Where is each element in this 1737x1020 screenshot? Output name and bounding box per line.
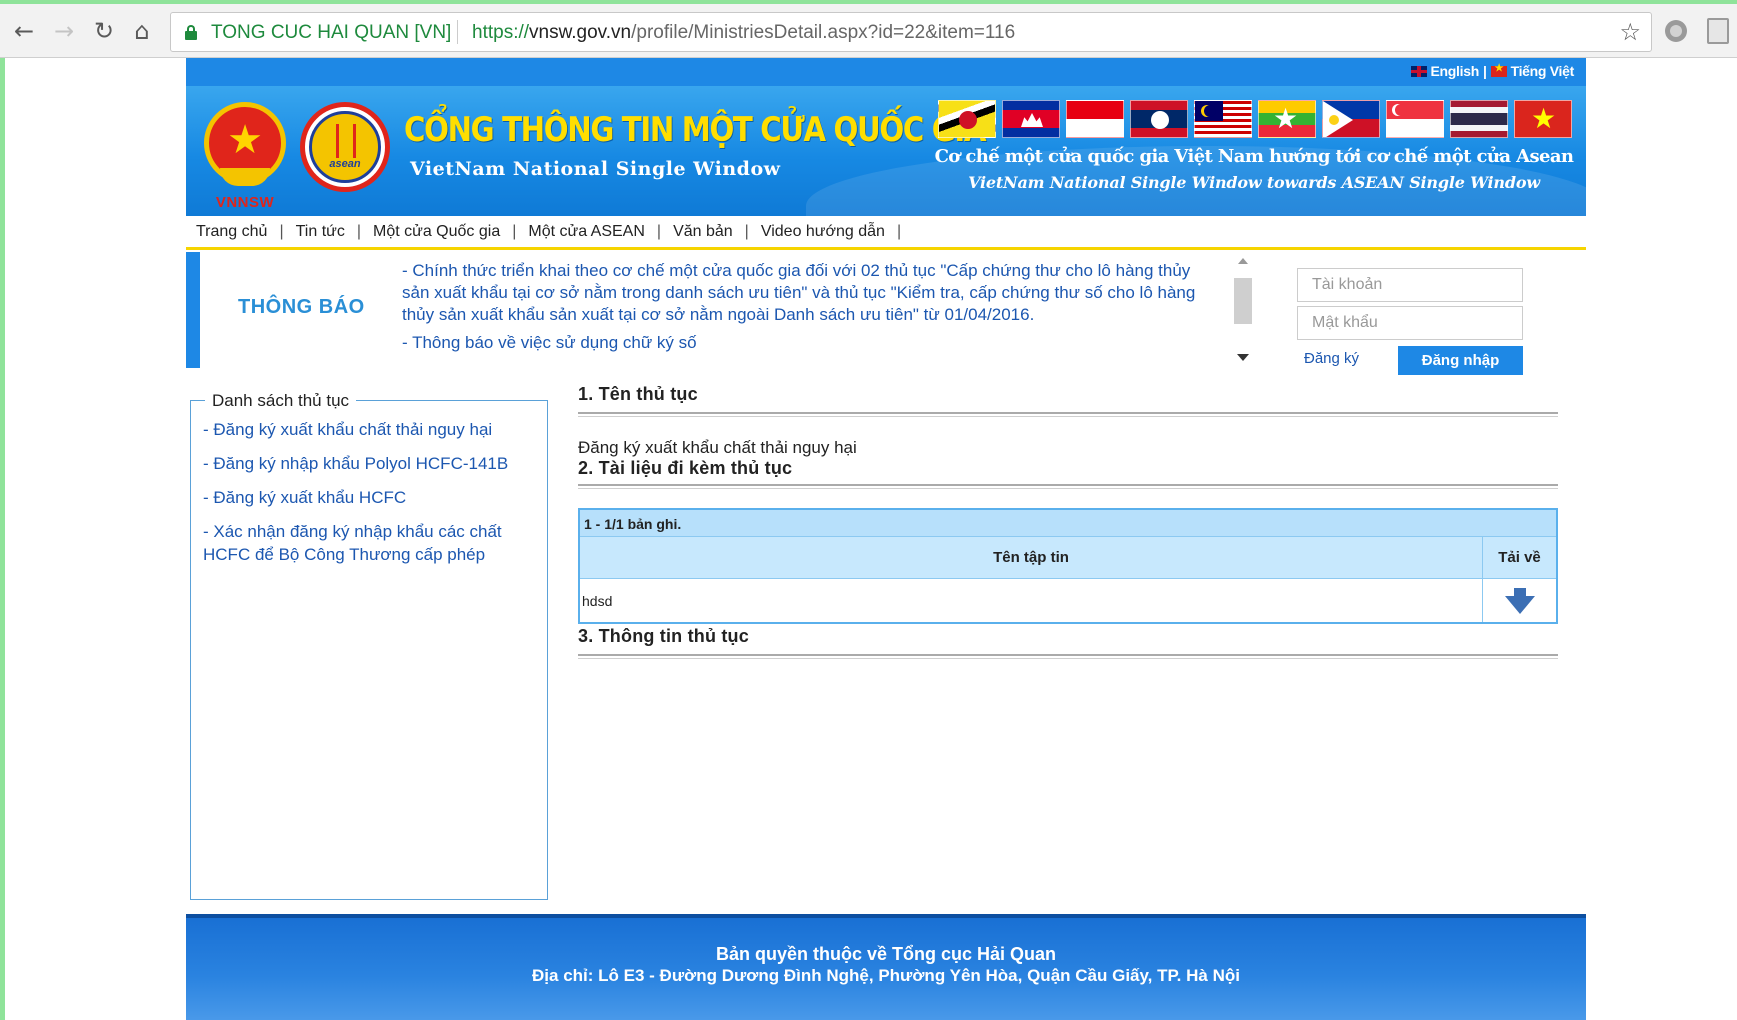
menu-item-asean-single-window[interactable]: Một cửa ASEAN	[528, 223, 645, 241]
section-divider	[578, 412, 1558, 417]
scroll-up-icon[interactable]	[1238, 258, 1248, 264]
reload-icon[interactable]: ↻	[90, 17, 118, 45]
record-count: 1 - 1/1 bản ghi.	[580, 510, 1556, 536]
url-path: /profile/MinistriesDetail.aspx?id=22&ite…	[631, 22, 1016, 43]
address-bar[interactable]: TONG CUC HAI QUAN [VN] https://vnsw.gov.…	[170, 12, 1652, 52]
procedure-link[interactable]: - Đăng ký xuất khẩu HCFC	[203, 486, 539, 509]
register-link[interactable]: Đăng ký	[1304, 350, 1359, 367]
procedure-name: Đăng ký xuất khẩu chất thải nguy hại	[578, 438, 857, 457]
main-menu: Trang chủ | Tin tức | Một cửa Quốc gia |…	[186, 216, 1586, 250]
extension-icon[interactable]	[1665, 20, 1687, 42]
language-bar: English | Tiếng Việt	[186, 58, 1586, 86]
menu-separator: |	[356, 222, 361, 240]
window-side-strip	[0, 58, 5, 1020]
menu-item-documents[interactable]: Văn bản	[673, 223, 733, 241]
brunei-flag	[938, 100, 996, 138]
indonesia-flag	[1066, 100, 1124, 138]
attachments-table: 1 - 1/1 bản ghi. Tên tập tin Tải về hdsd	[578, 508, 1558, 624]
lang-divider: |	[1482, 63, 1487, 79]
menu-separator: |	[656, 222, 662, 240]
myanmar-flag: ★	[1258, 100, 1316, 138]
notice-title: THÔNG BÁO	[238, 296, 365, 318]
site-identity[interactable]: TONG CUC HAI QUAN [VN]	[211, 22, 451, 44]
table-row: hdsd	[580, 578, 1556, 622]
login-button[interactable]: Đăng nhập	[1398, 346, 1523, 375]
file-name-cell: hdsd	[582, 592, 613, 609]
forward-arrow-icon[interactable]: →	[50, 17, 78, 45]
procedure-list-panel: Danh sách thủ tục - Đăng ký xuất khẩu ch…	[190, 391, 548, 900]
download-arrow-icon[interactable]	[1504, 586, 1535, 616]
menu-separator: |	[744, 222, 749, 240]
url-host: vnsw.gov.vn	[529, 22, 632, 43]
footer-address: Địa chỉ: Lô E3 - Đường Dương Đình Nghệ, …	[532, 966, 1240, 985]
menu-item-national-single-window[interactable]: Một cửa Quốc gia	[373, 223, 500, 241]
footer-copyright: Bản quyền thuộc về Tổng cục Hải Quan	[715, 944, 1057, 964]
lang-english-link[interactable]: English	[1431, 63, 1480, 79]
vietnam-flag: ★	[1514, 100, 1572, 138]
asean-logo	[300, 102, 390, 192]
notice-panel: THÔNG BÁO - Chính thức triển khai theo c…	[186, 252, 1586, 375]
bookmark-star-icon[interactable]: ☆	[1619, 18, 1641, 46]
banner-description-en: VietNam National Single Window towards A…	[968, 173, 1540, 192]
column-download-header: Tải về	[1482, 537, 1556, 578]
home-icon[interactable]: ⌂	[128, 17, 156, 45]
column-filename-header: Tên tập tin	[993, 549, 1069, 566]
section-divider	[578, 654, 1558, 659]
menu-item-news[interactable]: Tin tức	[296, 223, 345, 241]
language-switcher: English | Tiếng Việt	[1410, 63, 1575, 79]
account-input[interactable]	[1297, 268, 1523, 302]
notice-accent-bar	[186, 252, 200, 368]
menu-item-video-guide[interactable]: Video hướng dẫn	[761, 223, 885, 241]
malaysia-flag	[1194, 100, 1252, 138]
thailand-flag	[1450, 100, 1508, 138]
menu-item-home[interactable]: Trang chủ	[196, 223, 267, 241]
procedure-link[interactable]: - Xác nhận đăng ký nhập khẩu các chất HC…	[203, 520, 539, 566]
section-attachments-title: 2. Tài liệu đi kèm thủ tục	[578, 458, 793, 478]
notice-item[interactable]: - Chính thức triển khai theo cơ chế một …	[402, 260, 1212, 326]
menu-separator: |	[279, 222, 284, 240]
url-text[interactable]: https://vnsw.gov.vn/profile/MinistriesDe…	[472, 22, 1015, 44]
menu-separator: |	[512, 222, 517, 240]
notice-list: - Chính thức triển khai theo cơ chế một …	[402, 260, 1212, 354]
page-footer: Bản quyền thuộc về Tổng cục Hải Quan Địa…	[186, 914, 1586, 1020]
scroll-thumb[interactable]	[1234, 278, 1252, 324]
site-title: CỔNG THÔNG TIN MỘT CỬA QUỐC GIA	[404, 110, 986, 150]
vietnam-flag-icon[interactable]	[1490, 63, 1507, 77]
lock-icon[interactable]	[185, 25, 197, 40]
singapore-flag	[1386, 100, 1444, 138]
section-divider	[578, 484, 1558, 489]
banner-description-vi: Cơ chế một cửa quốc gia Việt Nam hướng t…	[934, 146, 1574, 167]
browser-toolbar: ← → ↻ ⌂ TONG CUC HAI QUAN [VN] https://v…	[0, 4, 1737, 58]
site-subtitle: VietNam National Single Window	[410, 158, 781, 180]
table-header: Tên tập tin Tải về	[580, 536, 1556, 578]
section-procedure-info-title: 3. Thông tin thủ tục	[578, 626, 749, 646]
uk-flag-icon[interactable]	[1410, 65, 1427, 77]
section-procedure-name-title: 1. Tên thủ tục	[578, 384, 698, 404]
notice-item[interactable]: - Thông báo về việc sử dụng chữ ký số	[402, 332, 1212, 354]
emblem-label: VNNSW	[215, 194, 275, 211]
password-input[interactable]	[1297, 306, 1523, 340]
cambodia-flag	[1002, 100, 1060, 138]
download-cell	[1482, 579, 1556, 622]
address-divider	[457, 20, 458, 44]
notice-scrollbar[interactable]	[1234, 258, 1252, 364]
scroll-down-icon[interactable]	[1237, 354, 1249, 361]
laos-flag	[1130, 100, 1188, 138]
pdf-extension-icon[interactable]	[1707, 18, 1729, 44]
menu-separator: |	[896, 222, 902, 240]
header-banner: VNNSW CỔNG THÔNG TIN MỘT CỬA QUỐC GIA Vi…	[186, 86, 1586, 216]
asean-flags: ★ ★	[938, 100, 1572, 138]
back-arrow-icon[interactable]: ←	[10, 17, 38, 45]
url-scheme: https://	[472, 22, 530, 43]
lang-vietnamese-link[interactable]: Tiếng Việt	[1511, 63, 1575, 79]
procedure-link[interactable]: - Đăng ký xuất khẩu chất thải nguy hại	[203, 418, 539, 441]
procedure-link[interactable]: - Đăng ký nhập khẩu Polyol HCFC-141B	[203, 452, 539, 475]
vietnam-emblem-logo[interactable]: VNNSW	[200, 98, 290, 216]
procedure-list-title: Danh sách thủ tục	[205, 391, 357, 411]
procedure-list: - Đăng ký xuất khẩu chất thải nguy hại -…	[203, 418, 539, 577]
philippines-flag	[1322, 100, 1380, 138]
